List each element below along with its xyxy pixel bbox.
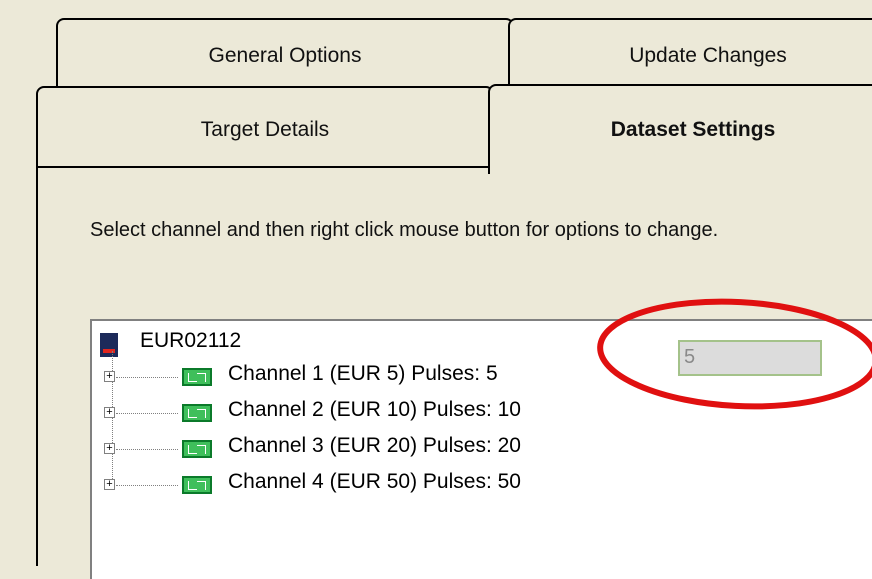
expand-plus-icon[interactable]: + [104, 407, 115, 418]
channel-label: Channel 2 (EUR 10) Pulses: 10 [228, 398, 521, 421]
tree-root-label: EUR02112 [140, 329, 242, 352]
tab-target-details[interactable]: Target Details [36, 86, 494, 168]
channel-label: Channel 3 (EUR 20) Pulses: 20 [228, 434, 521, 457]
channel-label: Channel 1 (EUR 5) Pulses: 5 [228, 362, 498, 385]
pulse-value-input[interactable]: 5 [678, 340, 822, 376]
channel-label: Channel 4 (EUR 50) Pulses: 50 [228, 470, 521, 493]
tab-dataset-settings[interactable]: Dataset Settings [488, 84, 872, 174]
tree-branch-line [116, 377, 178, 378]
tab-update-changes[interactable]: Update Changes [508, 18, 872, 94]
tab-dataset-settings-label: Dataset Settings [610, 118, 776, 141]
channel-icon [182, 476, 212, 494]
expand-plus-icon[interactable]: + [104, 479, 115, 490]
tab-update-changes-label: Update Changes [629, 44, 787, 67]
expand-plus-icon[interactable]: + [104, 443, 115, 454]
tab-target-details-label: Target Details [200, 118, 330, 141]
tree-branch-line [116, 485, 178, 486]
instruction-text: Select channel and then right click mous… [90, 219, 719, 241]
channel-icon [182, 404, 212, 422]
expand-plus-icon[interactable]: + [104, 371, 115, 382]
device-icon [100, 333, 118, 357]
tree-branch-line [116, 413, 178, 414]
channel-icon [182, 440, 212, 458]
tab-general-options-label: General Options [208, 44, 362, 67]
tree-branch-line [116, 449, 178, 450]
channel-icon [182, 368, 212, 386]
tab-general-options[interactable]: General Options [56, 18, 514, 94]
